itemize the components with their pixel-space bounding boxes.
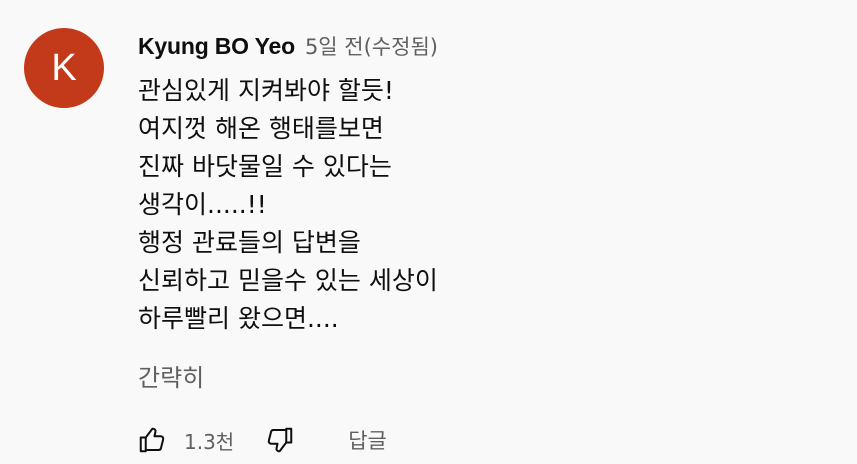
dislike-button[interactable]: [264, 424, 296, 456]
comment-line: 하루빨리 왔으면....: [138, 304, 339, 333]
like-button[interactable]: [136, 424, 168, 456]
avatar-initial: K: [51, 46, 77, 89]
comment-thread: K Kyung BO Yeo 5일 전(수정됨) 관심있게 지켜봐야 할듯! 여…: [0, 0, 857, 464]
comment-timestamp[interactable]: 5일 전(수정됨): [305, 31, 438, 61]
show-less-button[interactable]: 간략히: [138, 358, 204, 398]
comment-line: 생각이.....!!: [138, 190, 267, 219]
comment-line: 관심있게 지켜봐야 할듯!: [138, 76, 394, 105]
thumbs-up-icon: [139, 427, 165, 453]
comment-text: 관심있게 지켜봐야 할듯! 여지껏 해온 행태를보면 진짜 바닷물일 수 있다는…: [138, 72, 818, 338]
author-name[interactable]: Kyung BO Yeo: [138, 33, 295, 60]
comment-actions: 1.3천 답글: [136, 420, 387, 460]
comment-line: 여지껏 해온 행태를보면: [138, 114, 384, 143]
comment-header: Kyung BO Yeo 5일 전(수정됨): [138, 28, 438, 64]
comment-line: 신뢰하고 믿을수 있는 세상이: [138, 266, 438, 295]
reply-button[interactable]: 답글: [348, 425, 387, 455]
like-count: 1.3천: [184, 429, 235, 454]
avatar[interactable]: K: [24, 28, 104, 108]
thumbs-down-icon: [268, 427, 293, 453]
comment-line: 진짜 바닷물일 수 있다는: [138, 152, 392, 181]
comment-line: 행정 관료들의 답변을: [138, 228, 361, 257]
